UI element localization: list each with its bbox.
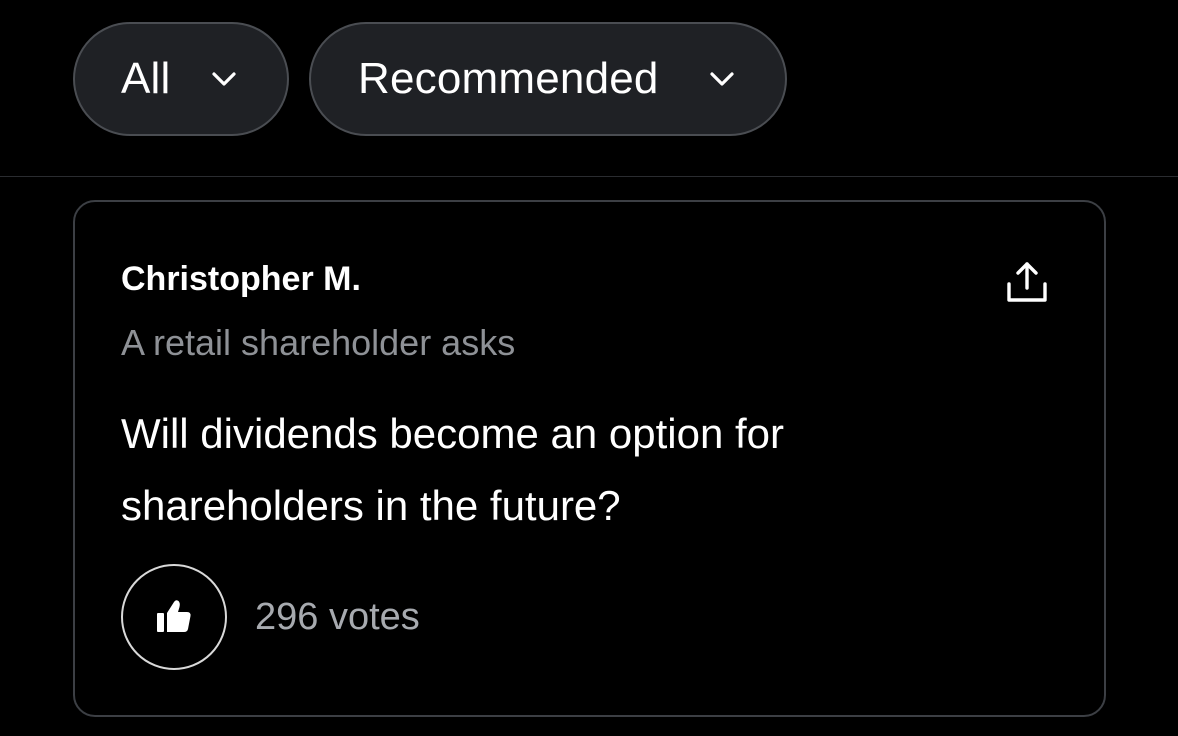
- vote-count: 296 votes: [255, 596, 420, 639]
- scope-filter-dropdown[interactable]: All: [73, 22, 289, 136]
- chevron-down-icon: [212, 72, 236, 86]
- header-divider: [0, 176, 1178, 177]
- sort-filter-dropdown[interactable]: Recommended: [309, 22, 787, 136]
- author-name: Christopher M.: [121, 260, 361, 298]
- question-card: Christopher M. A retail shareholder asks…: [73, 200, 1106, 717]
- thumbs-up-icon: [157, 600, 191, 632]
- asker-description: A retail shareholder asks: [121, 322, 516, 363]
- sort-filter-label: Recommended: [358, 54, 659, 103]
- filter-bar: All Recommended: [0, 0, 1178, 176]
- vote-count-number: 296: [255, 596, 319, 638]
- vote-count-unit: votes: [328, 596, 420, 638]
- question-text: Will dividends become an option for shar…: [121, 410, 785, 529]
- scope-filter-label: All: [121, 54, 171, 103]
- share-icon[interactable]: [1005, 260, 1049, 306]
- upvote-button[interactable]: [121, 564, 227, 670]
- qa-page: All Recommended Christopher M. A retail …: [0, 0, 1178, 736]
- chevron-down-icon: [710, 72, 734, 86]
